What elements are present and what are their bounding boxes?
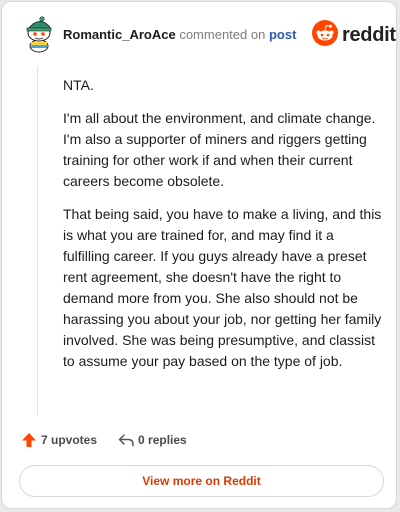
upvote-count: 7 upvotes <box>41 433 98 447</box>
comment-paragraph: That being said, you have to make a livi… <box>63 206 382 369</box>
reddit-wordmark: reddit <box>342 23 396 46</box>
snoo-avatar-icon[interactable] <box>22 15 56 53</box>
view-more-on-reddit-button[interactable]: View more on Reddit <box>19 465 384 497</box>
thread-line <box>37 66 38 416</box>
comment-actions: 7 upvotes 0 replies <box>20 430 187 450</box>
username-link[interactable]: Romantic_AroAce <box>63 27 176 42</box>
embedded-comment-card: Romantic_AroAce commented on post reddit <box>1 1 397 509</box>
comment-paragraph: NTA. <box>63 77 94 93</box>
reply-arrow-icon <box>117 431 135 449</box>
replies-button[interactable]: 0 replies <box>117 431 187 449</box>
reddit-logo[interactable]: reddit <box>312 19 396 51</box>
comment-header: Romantic_AroAce commented on post reddit <box>2 2 396 66</box>
reply-count: 0 replies <box>138 433 187 447</box>
upvote-arrow-icon <box>20 431 38 449</box>
comment-byline: Romantic_AroAce commented on post <box>63 27 296 42</box>
commented-on-text: commented on <box>179 27 266 42</box>
reddit-logo-icon <box>312 19 338 51</box>
comment-body: NTA. I'm all about the environment, and … <box>63 75 383 384</box>
comment-paragraph: I'm all about the environment, and clima… <box>63 110 376 189</box>
upvote-button[interactable]: 7 upvotes <box>20 431 97 449</box>
post-link[interactable]: post <box>269 27 296 42</box>
